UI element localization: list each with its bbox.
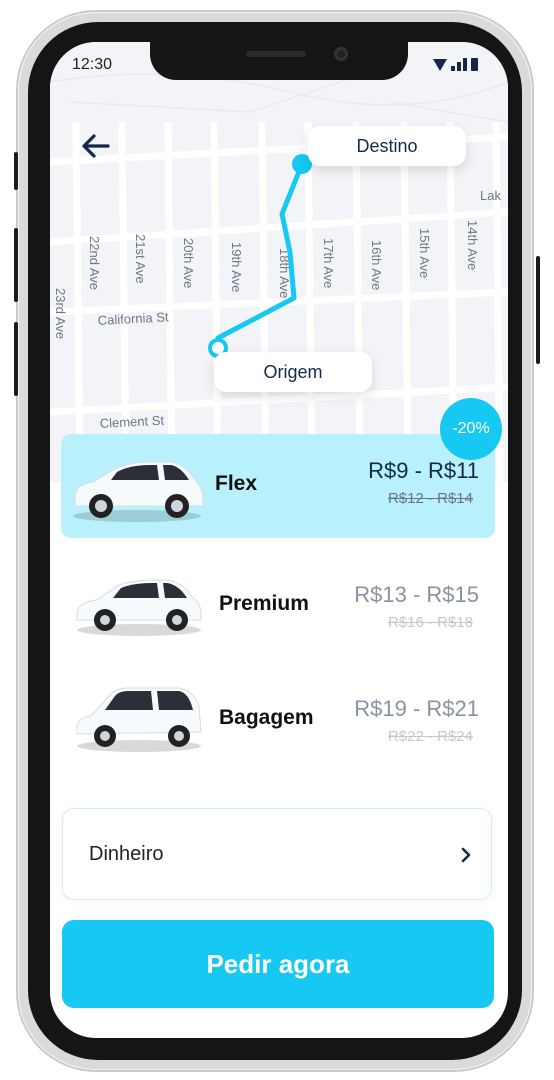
ride-old-price: R$12 - R$14 [387,490,473,507]
status-icons [433,58,478,71]
order-now-button[interactable]: Pedir agora [62,920,494,1008]
discount-badge: -20% [440,398,502,460]
speaker [246,51,306,57]
street-label: 21st Ave [133,234,148,284]
ride-name: Flex [215,472,258,495]
street-label: Lak [480,188,501,203]
street-label: 17th Ave [321,238,336,288]
front-camera [334,47,348,61]
street-label: 22nd Ave [87,236,102,290]
chevron-right-icon [461,847,471,863]
signal-icon [451,58,467,71]
street-label: 23rd Ave [53,288,68,339]
arrow-left-icon[interactable] [76,126,116,166]
volume-down-button [14,322,18,396]
ride-old-price: R$22 - R$24 [387,728,473,745]
status-time: 12:30 [72,56,113,73]
payment-method-label: Dinheiro [89,843,164,865]
street-label: 20th Ave [181,238,196,288]
wifi-icon [433,59,447,71]
ride-price: R$13 - R$15 [354,582,479,607]
battery-icon [471,58,478,71]
street-label: 16th Ave [369,240,384,290]
ride-price: R$9 - R$11 [368,458,479,483]
app-screen: 12:30 22nd Ave 21st Ave 20th Ave 19th Av… [50,42,508,1038]
ride-option-premium[interactable]: Premium R$13 - R$15 R$16 - R$18 [61,548,495,652]
ride-name: Bagagem [219,706,314,729]
car-image [76,579,202,636]
ride-old-price: R$16 - R$18 [387,614,473,631]
street-label: 14th Ave [465,220,480,270]
street-label: 19th Ave [229,242,244,292]
map-streets: 22nd Ave 21st Ave 20th Ave 19th Ave 18th… [50,71,508,482]
street-label: Clement St [99,413,164,431]
ride-name: Premium [219,592,309,615]
street-label: 15th Ave [417,228,432,278]
map-view[interactable]: 22nd Ave 21st Ave 20th Ave 19th Ave 18th… [50,42,508,482]
car-image [73,461,204,522]
power-button [536,256,540,364]
origin-label[interactable]: Origem [214,352,372,392]
notch [150,42,408,80]
ride-option-flex[interactable]: Flex R$9 - R$11 R$12 - R$14 [61,434,495,538]
destination-label[interactable]: Destino [308,126,466,166]
volume-up-button [14,228,18,302]
street-label: California St [97,309,169,328]
car-image [76,687,202,752]
ride-option-bagagem[interactable]: Bagagem R$19 - R$21 R$22 - R$24 [61,662,495,766]
silent-switch [14,152,18,190]
ride-price: R$19 - R$21 [354,696,479,721]
payment-method-selector[interactable]: Dinheiro [62,808,492,900]
